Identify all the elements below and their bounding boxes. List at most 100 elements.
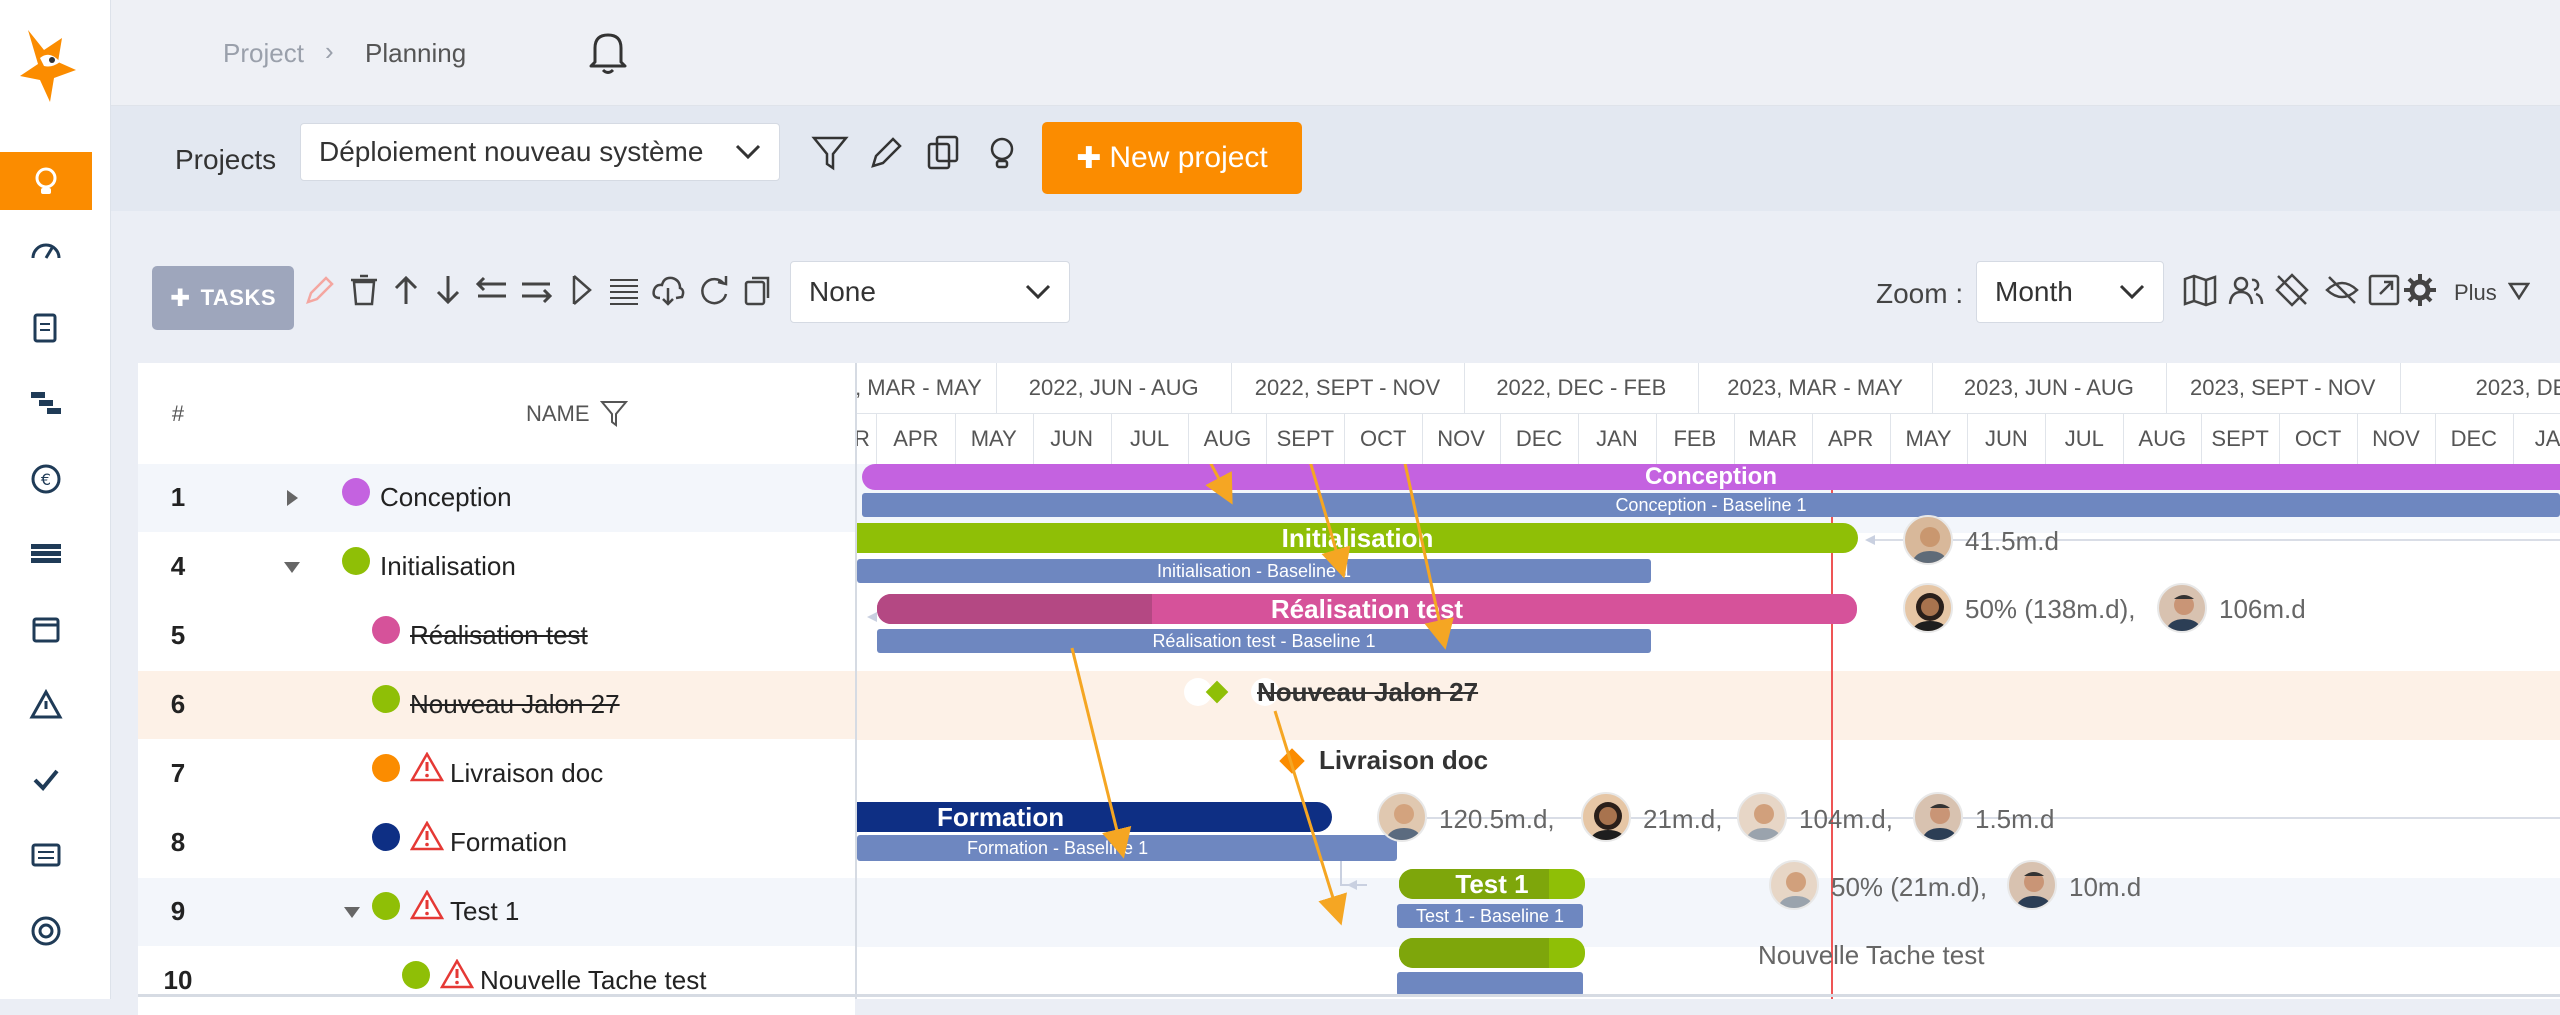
trash-icon[interactable] [346, 272, 382, 308]
filter-icon[interactable] [600, 399, 628, 427]
task-name[interactable]: Nouvelle Tache test [480, 965, 706, 996]
col-name-header[interactable]: NAME [526, 401, 590, 427]
timeline-month-label: OCT [1360, 426, 1407, 451]
task-row[interactable]: 7 Livraison doc [138, 740, 855, 808]
sidebar-item-validation[interactable] [0, 750, 92, 808]
expand-icon[interactable] [2366, 272, 2402, 308]
task-row[interactable]: 6 Nouveau Jalon 27 [138, 671, 855, 739]
duplicate-icon[interactable] [740, 272, 776, 308]
indent-icon[interactable] [518, 272, 554, 308]
timeline-month-label: OCT [2294, 426, 2342, 451]
sidebar-item-ideas[interactable] [0, 152, 92, 210]
sidebar-item-calendar[interactable] [0, 600, 92, 658]
sidebar-item-dashboard[interactable] [0, 222, 92, 280]
arrow-down-icon[interactable] [430, 272, 466, 308]
status-dot [372, 823, 400, 851]
status-dot [372, 616, 400, 644]
timeline-quarter-label: 2023, MAR - MAY [1727, 375, 1903, 400]
triangle-down-icon[interactable] [2508, 282, 2530, 300]
timeline-month: NOV [2357, 414, 2436, 464]
timeline-month-label: MAR [1748, 426, 1798, 451]
project-select-value: Déploiement nouveau système [319, 136, 704, 167]
task-row[interactable]: 9 Test 1 [138, 878, 855, 946]
task-name[interactable]: Livraison doc [450, 758, 603, 789]
status-dot [402, 961, 430, 989]
timeline-month-label: SEPT [1276, 426, 1335, 451]
copy-icon[interactable] [925, 134, 963, 172]
sidebar-item-reports[interactable] [0, 826, 92, 884]
refresh-icon[interactable] [696, 272, 732, 308]
planning-grid: # NAME 1 Conception 4 Initialisation 5 Réalis… [138, 363, 2560, 1015]
task-name[interactable]: Réalisation test [410, 620, 588, 651]
collapse-arrow-icon[interactable] [282, 557, 302, 577]
timeline-month-label: MAY [1905, 426, 1952, 451]
status-dot [342, 547, 370, 575]
task-name[interactable]: Test 1 [450, 896, 519, 927]
timeline-month: JUN [1968, 414, 2047, 464]
filter-select[interactable]: None [790, 261, 1070, 323]
task-name[interactable]: Conception [380, 482, 512, 513]
check-icon [33, 769, 59, 791]
timeline-month-label: MAY [970, 426, 1017, 451]
task-row[interactable]: 8 Formation [138, 809, 855, 877]
sidebar-item-goals[interactable] [0, 902, 92, 960]
annotation-arrows [1070, 464, 1454, 926]
timeline-quarter: 2023, SEPT - NOV [2166, 363, 2401, 413]
warning-icon [410, 752, 444, 782]
eye-off-icon[interactable] [2324, 272, 2360, 308]
timeline-month-label: NOV [2372, 426, 2420, 451]
users-icon[interactable] [2228, 272, 2264, 308]
lightbulb-icon[interactable] [983, 134, 1021, 172]
top-bar: Project › Planning [111, 0, 2560, 106]
pencil-icon[interactable] [302, 272, 338, 308]
sidebar-item-risks[interactable] [0, 676, 92, 734]
task-name[interactable]: Formation [450, 827, 567, 858]
task-number: 6 [170, 689, 186, 719]
warning-icon [29, 688, 63, 719]
arrow-up-icon[interactable] [388, 272, 424, 308]
sidebar-item-planning[interactable] [0, 374, 92, 432]
map-icon[interactable] [2182, 272, 2218, 308]
task-name[interactable]: Nouveau Jalon 27 [410, 689, 620, 720]
plus-icon: ✚ [169, 284, 191, 312]
timeline-month: SEPT [1266, 414, 1346, 464]
new-project-button[interactable]: ✚ New project [1042, 122, 1302, 194]
align-icon[interactable] [606, 272, 642, 308]
task-row[interactable]: 1 Conception [138, 464, 855, 532]
timeline-quarter-label: 2023, JUN - AUG [1963, 375, 2134, 400]
sidebar-item-tasks[interactable] [0, 298, 92, 356]
grid-bottom-border [138, 994, 2560, 997]
no-link-icon[interactable] [2274, 272, 2310, 308]
task-row[interactable]: 5 Réalisation test [138, 602, 855, 670]
sidebar-item-table[interactable] [0, 524, 92, 582]
outdent-icon[interactable] [474, 272, 510, 308]
breadcrumb-parent[interactable]: Project [223, 38, 304, 69]
notification-bell-icon[interactable] [581, 24, 635, 78]
projects-bar: Projects Déploiement nouveau système ✚ N… [111, 106, 2560, 211]
milestone-icon[interactable] [566, 272, 602, 308]
status-dot [372, 754, 400, 782]
timeline-header: 22, MAR - MAY 2022, JUN - AUG 2022, SEPT -… [857, 363, 2560, 465]
task-row[interactable]: 10 Nouvelle Tache test [138, 947, 855, 1015]
task-name[interactable]: Initialisation [380, 551, 516, 582]
project-select[interactable]: Déploiement nouveau système [300, 123, 780, 181]
zoom-select[interactable]: Month [1976, 261, 2164, 323]
task-row[interactable]: 4 Initialisation [138, 533, 855, 601]
timeline-month: R [857, 414, 877, 464]
collapse-arrow-icon[interactable] [342, 902, 362, 922]
filter-icon[interactable] [811, 134, 849, 172]
timeline-month-label: JA [2534, 426, 2560, 451]
gear-icon[interactable] [2402, 272, 2438, 308]
more-label[interactable]: Plus [2454, 280, 2497, 306]
edit-icon[interactable] [867, 134, 905, 172]
cloud-download-icon[interactable] [650, 272, 686, 308]
fox-logo[interactable] [10, 20, 90, 116]
timeline-quarter-label: 2022, SEPT - NOV [1254, 375, 1441, 400]
new-project-label: New project [1109, 141, 1268, 174]
sidebar-item-budget[interactable]: € [0, 450, 92, 508]
timeline-quarter: 2023, MAR - MAY [1698, 363, 1933, 413]
task-number: 4 [170, 551, 186, 581]
expand-arrow-icon[interactable] [282, 488, 302, 508]
add-task-button[interactable]: ✚ TASKS [152, 266, 294, 330]
timeline-month-label: JUN [1050, 426, 1094, 451]
